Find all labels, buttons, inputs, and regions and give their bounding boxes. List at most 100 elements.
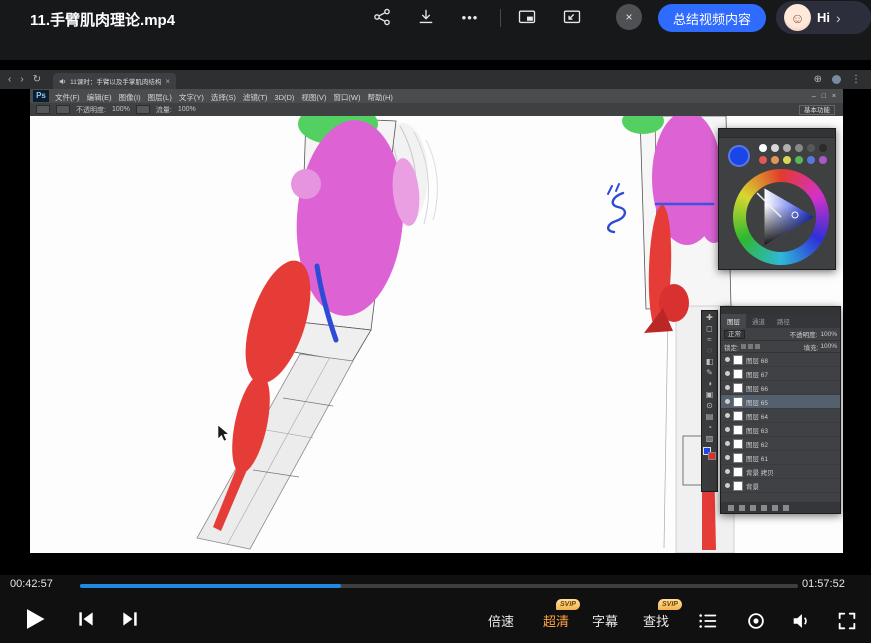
blend-mode-select[interactable]: 正常 bbox=[724, 330, 745, 339]
layer-row[interactable]: 图层 68 bbox=[721, 353, 840, 367]
layer-visibility-icon[interactable] bbox=[725, 427, 730, 432]
color-swatch[interactable] bbox=[807, 156, 815, 164]
saturation-triangle[interactable] bbox=[733, 169, 829, 265]
layer-visibility-icon[interactable] bbox=[725, 455, 730, 460]
playback-speed-button[interactable]: 倍速 bbox=[488, 611, 514, 630]
picture-in-picture-button[interactable] bbox=[516, 7, 538, 29]
color-panel-header[interactable] bbox=[719, 129, 835, 138]
layer-visibility-icon[interactable] bbox=[725, 357, 730, 362]
layer-row[interactable]: 图层 65 bbox=[721, 395, 840, 409]
tab-close-icon[interactable]: × bbox=[165, 77, 170, 86]
layer-row[interactable]: 图层 61 bbox=[721, 451, 840, 465]
marquee-tool-icon[interactable]: ◻ bbox=[706, 324, 713, 334]
share-button[interactable] bbox=[371, 7, 393, 29]
layer-row[interactable]: 图层 64 bbox=[721, 409, 840, 423]
color-swatch[interactable] bbox=[759, 144, 767, 152]
tool-preset-box[interactable] bbox=[36, 105, 50, 114]
window-controls[interactable]: – □ × bbox=[812, 93, 838, 100]
forward-icon[interactable]: › bbox=[20, 74, 23, 85]
lock-position-icon[interactable] bbox=[748, 344, 753, 349]
ps-menu-item[interactable]: 视图(V) bbox=[301, 93, 326, 102]
ps-menu-item[interactable]: 帮助(H) bbox=[368, 93, 393, 102]
brush-tool-icon[interactable]: ✎ bbox=[706, 368, 713, 378]
flow-box[interactable] bbox=[136, 105, 150, 114]
more-button[interactable]: ••• bbox=[459, 7, 481, 29]
play-button[interactable] bbox=[20, 605, 48, 633]
flow-value[interactable]: 100% bbox=[178, 106, 196, 113]
ps-menu-item[interactable]: 选择(S) bbox=[211, 93, 236, 102]
lock-transparency-icon[interactable] bbox=[741, 344, 746, 349]
color-swatch[interactable] bbox=[771, 156, 779, 164]
eraser-tool-icon[interactable]: ▣ bbox=[706, 390, 714, 400]
reload-icon[interactable]: ↻ bbox=[33, 74, 41, 85]
fill-value[interactable]: 100% bbox=[820, 343, 837, 350]
ps-menu-item[interactable]: 编辑(E) bbox=[87, 93, 112, 102]
ps-menu-item[interactable]: 图层(L) bbox=[148, 93, 172, 102]
layer-row[interactable]: 图层 66 bbox=[721, 381, 840, 395]
layer-row[interactable]: 图层 63 bbox=[721, 423, 840, 437]
layer-visibility-icon[interactable] bbox=[725, 413, 730, 418]
color-swatch[interactable] bbox=[783, 144, 791, 152]
move-tool-icon[interactable]: ✚ bbox=[706, 313, 713, 323]
layers-opacity-value[interactable]: 100% bbox=[820, 331, 837, 338]
ps-menu-item[interactable]: 文件(F) bbox=[55, 93, 80, 102]
current-color-swatch[interactable] bbox=[728, 145, 750, 167]
workspace-switcher[interactable]: 基本功能 bbox=[799, 105, 835, 115]
wand-tool-icon[interactable]: ◌ bbox=[707, 346, 712, 356]
opacity-value[interactable]: 100% bbox=[112, 106, 130, 113]
fullscreen-button[interactable] bbox=[836, 610, 858, 632]
extensions-icon[interactable]: ⊕ bbox=[814, 74, 822, 85]
browser-menu-icon[interactable]: ⋮ bbox=[851, 74, 861, 85]
download-button[interactable] bbox=[415, 7, 437, 29]
crop-tool-icon[interactable]: ◧ bbox=[706, 357, 714, 367]
subtitles-button[interactable]: 字幕 bbox=[592, 611, 618, 630]
foreground-background-colors[interactable] bbox=[703, 447, 716, 460]
ps-menu-item[interactable]: 图像(I) bbox=[119, 93, 141, 102]
next-button[interactable] bbox=[120, 609, 140, 629]
previous-button[interactable] bbox=[76, 609, 96, 629]
color-swatch[interactable] bbox=[771, 144, 779, 152]
layer-visibility-icon[interactable] bbox=[725, 441, 730, 446]
lock-all-icon[interactable] bbox=[755, 344, 760, 349]
quality-button[interactable]: 超清 bbox=[543, 611, 569, 630]
volume-button[interactable] bbox=[790, 610, 812, 632]
ps-menu-item[interactable]: 窗口(W) bbox=[333, 93, 360, 102]
color-swatch[interactable] bbox=[759, 156, 767, 164]
layer-visibility-icon[interactable] bbox=[725, 371, 730, 376]
zoom-tool-icon[interactable]: ▨ bbox=[706, 434, 714, 444]
account-pill[interactable]: ☺ Hi › bbox=[776, 1, 871, 34]
close-button[interactable]: × bbox=[616, 4, 642, 30]
color-swatch[interactable] bbox=[795, 156, 803, 164]
color-swatch[interactable] bbox=[807, 144, 815, 152]
layer-visibility-icon[interactable] bbox=[725, 385, 730, 390]
clone-tool-icon[interactable]: ◑ bbox=[707, 379, 712, 389]
find-button[interactable]: 查找 bbox=[643, 611, 669, 630]
tab-channels[interactable]: 通道 bbox=[746, 314, 771, 328]
layer-visibility-icon[interactable] bbox=[725, 483, 730, 488]
tab-layers[interactable]: 图层 bbox=[721, 314, 746, 328]
record-button[interactable] bbox=[745, 610, 767, 632]
adjustment-layer-icon[interactable] bbox=[761, 505, 767, 511]
summarize-video-button[interactable]: 总结视频内容 bbox=[658, 4, 766, 32]
mini-player-button[interactable] bbox=[561, 7, 583, 29]
layer-style-icon[interactable] bbox=[739, 505, 745, 511]
layer-row[interactable]: 图层 67 bbox=[721, 367, 840, 381]
ps-menu-item[interactable]: 滤镜(T) bbox=[243, 93, 268, 102]
lasso-tool-icon[interactable]: ≈ bbox=[707, 335, 711, 345]
pen-tool-icon[interactable]: ◔ bbox=[707, 423, 712, 433]
playlist-button[interactable] bbox=[697, 610, 719, 632]
layer-row[interactable]: 图层 62 bbox=[721, 437, 840, 451]
dodge-tool-icon[interactable]: ⊙ bbox=[706, 401, 713, 411]
tab-paths[interactable]: 路径 bbox=[771, 314, 796, 328]
profile-icon[interactable] bbox=[832, 75, 841, 84]
layer-row[interactable]: 背景 bbox=[721, 479, 840, 493]
color-swatch[interactable] bbox=[783, 156, 791, 164]
layer-mask-icon[interactable] bbox=[750, 505, 756, 511]
color-swatch[interactable] bbox=[795, 144, 803, 152]
back-icon[interactable]: ‹ bbox=[8, 74, 11, 85]
background-color-chip[interactable] bbox=[708, 452, 716, 460]
color-swatch[interactable] bbox=[819, 144, 827, 152]
color-swatch[interactable] bbox=[819, 156, 827, 164]
gradient-tool-icon[interactable]: ▤ bbox=[706, 412, 714, 422]
delete-layer-icon[interactable] bbox=[783, 505, 789, 511]
